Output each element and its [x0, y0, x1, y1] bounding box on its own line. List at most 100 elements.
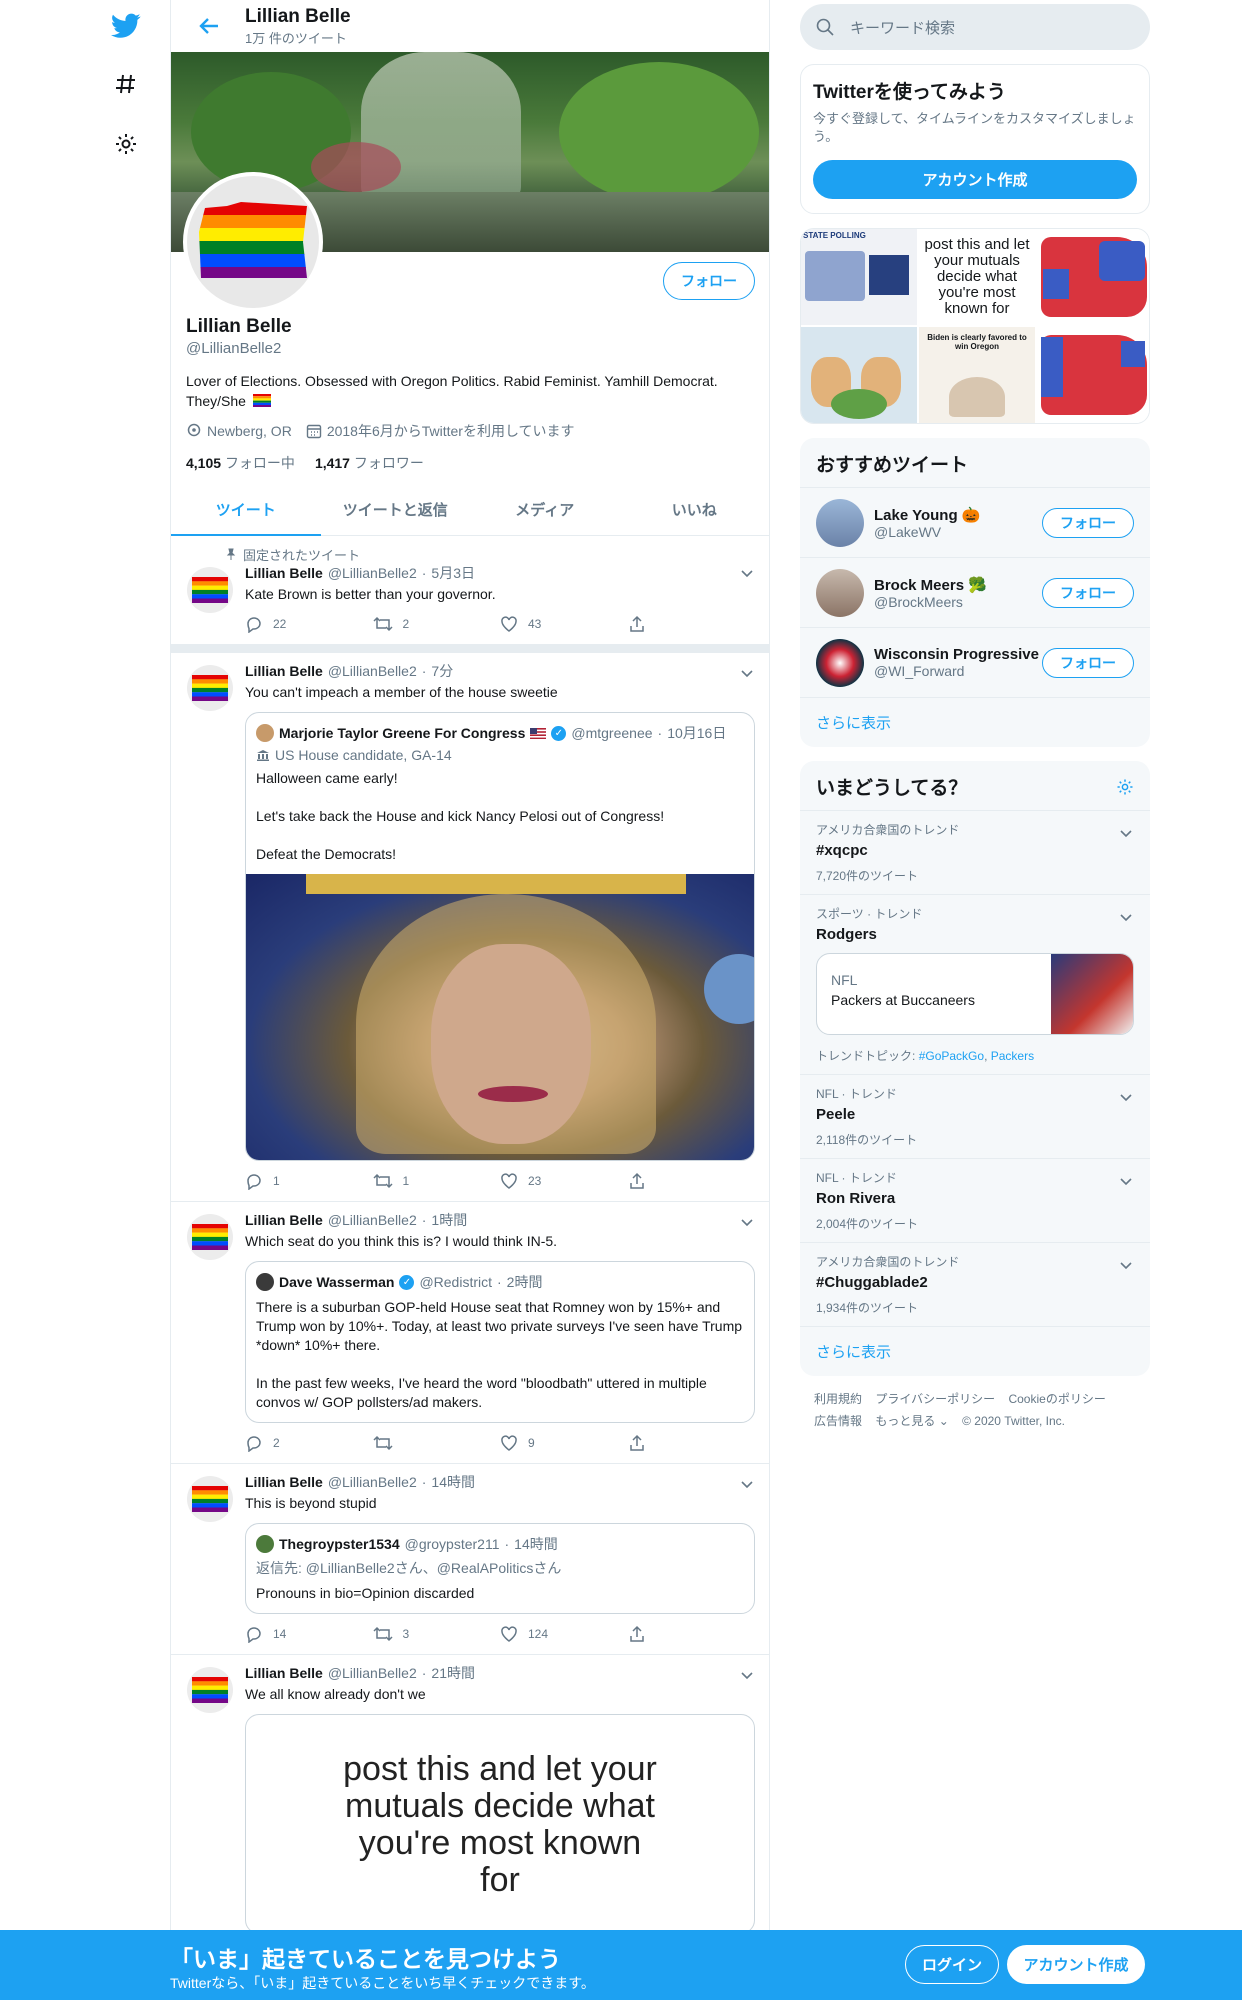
trends-title: いまどうしてる？ — [816, 778, 968, 799]
followers-link[interactable]: 1,417 フォロワー — [315, 453, 424, 473]
reply-button[interactable]: 22 — [245, 615, 373, 633]
like-button[interactable]: 9 — [500, 1434, 628, 1452]
tweet-avatar[interactable] — [187, 665, 233, 711]
footer-links: 利用規約 プライバシーポリシー Cookieのポリシー 広告情報 もっと見る ⌄… — [800, 1376, 1150, 1444]
tweet[interactable]: Lillian Belle @LillianBelle2 · 7分 You ca… — [171, 653, 769, 1202]
quote-text: There is a suburban GOP-held House seat … — [256, 1299, 743, 1410]
tweet-avatar[interactable] — [187, 567, 233, 613]
chevron-down-icon[interactable] — [741, 1476, 753, 1494]
chevron-down-icon[interactable] — [1120, 1257, 1132, 1275]
avatar[interactable] — [816, 498, 864, 547]
meme-text: post this and let your mutuals decide wh… — [343, 1750, 657, 1899]
following-link[interactable]: 4,105 フォロー中 — [186, 453, 295, 473]
quote-media-image[interactable] — [246, 874, 754, 1160]
media-thumb-biden[interactable]: Biden is clearly favored to win Oregon — [919, 327, 1035, 423]
trend-item[interactable]: アメリカ合衆国のトレンド #Chuggablade2 1,934件のツイート — [800, 1242, 1150, 1326]
twitter-logo-icon[interactable] — [108, 8, 144, 44]
tab-media[interactable]: メディア — [470, 484, 620, 535]
follow-button[interactable]: フォロー — [1042, 647, 1134, 678]
share-button[interactable] — [628, 1172, 756, 1190]
profile-name: Lillian Belle — [186, 316, 292, 337]
like-button[interactable]: 124 — [500, 1625, 628, 1643]
tweet[interactable]: Lillian Belle @LillianBelle2 · 14時間 This… — [171, 1464, 769, 1655]
reply-button[interactable]: 2 — [245, 1434, 373, 1452]
like-button[interactable]: 23 — [500, 1172, 628, 1190]
tweet-avatar[interactable] — [187, 1667, 233, 1713]
tweet[interactable]: Lillian Belle @LillianBelle2 · 1時間 Which… — [171, 1202, 769, 1464]
like-button[interactable]: 43 — [500, 615, 628, 633]
media-thumb-cartoon[interactable] — [801, 327, 917, 423]
trends-more-link[interactable]: さらに表示 — [800, 1326, 1150, 1376]
retweet-button[interactable]: 2 — [372, 615, 501, 633]
trend-item[interactable]: スポーツ · トレンド Rodgers NFL Packers at Bucca… — [800, 894, 1150, 1074]
tab-likes[interactable]: いいね — [620, 484, 770, 535]
profile-avatar[interactable] — [183, 172, 323, 312]
trend-item[interactable]: NFL · トレンド Peele 2,118件のツイート — [800, 1074, 1150, 1158]
tweet-media-image[interactable]: post this and let your mutuals decide wh… — [245, 1714, 755, 1934]
chevron-down-icon[interactable] — [1120, 1173, 1132, 1191]
signup-button[interactable]: アカウント作成 — [1007, 1945, 1145, 1984]
retweet-button[interactable]: 1 — [372, 1172, 501, 1190]
follow-button[interactable]: フォロー — [1042, 507, 1134, 538]
suggestion-item[interactable]: Wisconsin Progressive @WI_Forward フォロー — [800, 627, 1150, 697]
suggestion-item[interactable]: Lake Young 🎃 @LakeWV フォロー — [800, 487, 1150, 557]
follow-button[interactable]: フォロー — [663, 262, 755, 300]
search-box[interactable]: キーワード検索 — [800, 4, 1150, 50]
avatar[interactable] — [816, 638, 864, 687]
chevron-down-icon[interactable] — [741, 565, 753, 583]
footer-link[interactable]: Cookieのポリシー — [1008, 1392, 1105, 1406]
chevron-down-icon[interactable] — [741, 665, 753, 683]
chevron-down-icon[interactable] — [1120, 909, 1132, 927]
media-thumb-polling[interactable]: STATE POLLING — [801, 229, 917, 325]
topic-link[interactable]: #GoPackGo — [919, 1049, 984, 1063]
reply-button[interactable]: 1 — [245, 1172, 373, 1190]
quoted-tweet[interactable]: Dave Wasserman ✓ @Redistrict · 2時間 There… — [245, 1261, 755, 1423]
quoted-tweet[interactable]: Marjorie Taylor Greene For Congress ✓ @m… — [245, 712, 755, 1161]
back-arrow-icon[interactable] — [191, 8, 227, 44]
header-tweet-count: 1万 件のツイート — [245, 30, 347, 46]
suggestion-item[interactable]: Brock Meers 🥦 @BrockMeers フォロー — [800, 557, 1150, 627]
chevron-down-icon[interactable] — [741, 1667, 753, 1685]
quoted-tweet[interactable]: Thegroypster1534 @groypster211 · 14時間 返信… — [245, 1523, 755, 1614]
share-button[interactable] — [628, 1625, 756, 1643]
quote-author-name: Dave Wasserman — [279, 1274, 395, 1290]
footer-link[interactable]: 広告情報 — [814, 1414, 862, 1428]
media-thumb-map-2[interactable] — [1037, 327, 1149, 423]
media-thumb-map-1[interactable] — [1037, 229, 1149, 325]
trend-item[interactable]: アメリカ合衆国のトレンド #xqcpc 7,720件のツイート — [800, 810, 1150, 894]
chevron-down-icon[interactable] — [1120, 825, 1132, 843]
retweet-icon — [372, 616, 393, 632]
chevron-down-icon[interactable] — [1120, 1089, 1132, 1107]
footer-link[interactable]: プライバシーポリシー — [875, 1392, 995, 1406]
share-button[interactable] — [628, 1434, 756, 1452]
avatar[interactable] — [816, 568, 864, 617]
header-title: Lillian Belle — [245, 5, 351, 27]
share-button[interactable] — [628, 615, 756, 633]
media-grid-card: STATE POLLING post this and let your mut… — [800, 228, 1150, 424]
footer-link[interactable]: 利用規約 — [814, 1392, 862, 1406]
retweet-button[interactable]: 3 — [372, 1625, 501, 1643]
tweet-avatar[interactable] — [187, 1214, 233, 1260]
media-thumb-meme[interactable]: post this and let your mutuals decide wh… — [919, 229, 1035, 325]
tab-tweets-and-replies[interactable]: ツイートと返信 — [321, 484, 471, 535]
trend-event-card[interactable]: NFL Packers at Buccaneers — [816, 953, 1134, 1035]
suggestions-more-link[interactable]: さらに表示 — [800, 697, 1150, 747]
follow-button[interactable]: フォロー — [1042, 577, 1134, 608]
settings-gear-icon[interactable] — [108, 126, 144, 162]
settings-gear-icon[interactable] — [1116, 778, 1134, 796]
tweet[interactable]: Lillian Belle @LillianBelle2 · 21時間 We a… — [171, 1655, 769, 1944]
reply-button[interactable]: 14 — [245, 1625, 373, 1643]
tweet-author-handle: @LillianBelle2 — [327, 663, 417, 679]
trend-item[interactable]: NFL · トレンド Ron Rivera 2,004件のツイート — [800, 1158, 1150, 1242]
footer-link[interactable]: もっと見る ⌄ — [875, 1414, 948, 1428]
topic-link[interactable]: Packers — [991, 1049, 1034, 1063]
tweet-avatar[interactable] — [187, 1476, 233, 1522]
tweet-pinned[interactable]: 固定されたツイート Lillian Belle @LillianBelle2 ·… — [171, 537, 769, 653]
tab-tweets[interactable]: ツイート — [171, 484, 321, 536]
retweet-button[interactable] — [372, 1434, 501, 1452]
chevron-down-icon[interactable] — [741, 1214, 753, 1232]
login-button[interactable]: ログイン — [905, 1945, 999, 1984]
create-account-button[interactable]: アカウント作成 — [813, 160, 1137, 199]
share-icon — [629, 1434, 644, 1451]
explore-hashtag-icon[interactable] — [108, 66, 144, 102]
